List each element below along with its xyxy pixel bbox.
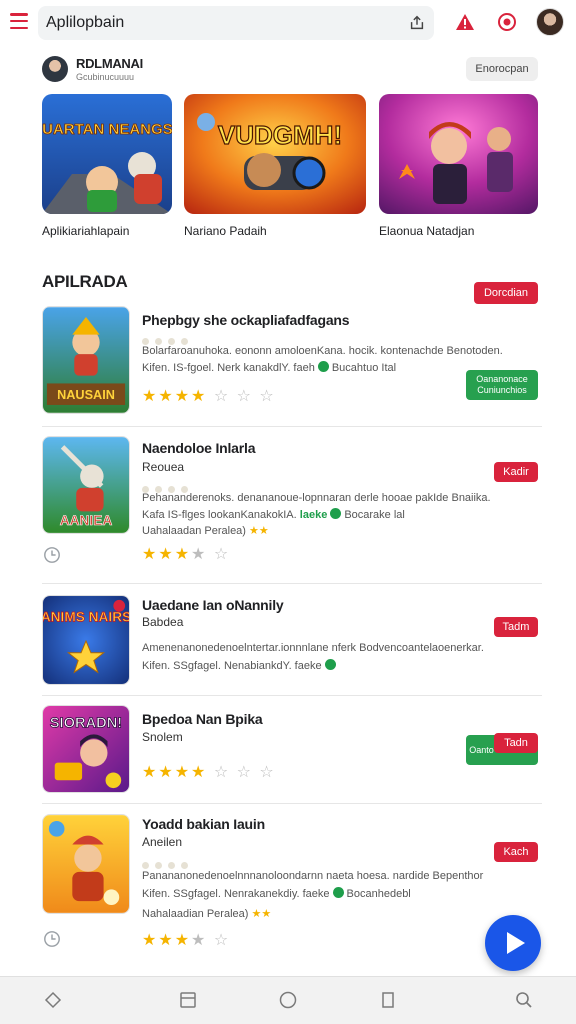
install-button[interactable]: Oananonace Cuniunchios — [466, 370, 538, 400]
search-bar[interactable] — [38, 6, 434, 40]
diamond-nav-icon[interactable] — [43, 990, 63, 1010]
share-icon[interactable] — [408, 14, 426, 32]
app-title[interactable]: Yoadd bakian Iauin — [142, 816, 265, 832]
app-icon-3: ANIMS NAIRS — [42, 595, 130, 685]
app-description: Panananonedenoelnnnanoloondarnn naeta ho… — [142, 870, 484, 882]
publisher-subtitle: Gcubinucuuuu — [76, 72, 135, 82]
search-nav-icon[interactable] — [514, 990, 534, 1010]
search-input[interactable] — [46, 12, 386, 34]
featured-art-2: VUDGMH! — [184, 94, 366, 214]
featured-label-1: Aplikiariahlapain — [42, 224, 130, 238]
clock-icon — [44, 547, 60, 563]
system-navigation-bar — [0, 976, 576, 1024]
app-title[interactable]: Phepbgy she ockapliafadfagans — [142, 312, 350, 328]
featured-label-2: Nariano Padaih — [184, 224, 267, 238]
play-fab-button[interactable] — [485, 915, 541, 971]
app-icon-5 — [42, 814, 130, 914]
back-nav-icon[interactable] — [378, 990, 398, 1010]
featured-art-3 — [379, 94, 538, 214]
divider — [42, 583, 542, 584]
check-icon — [332, 887, 344, 898]
section-action-button[interactable]: Dorcdian — [474, 282, 538, 304]
app-description-line-3: Uahalaadan Peralea) ★★ — [142, 525, 269, 537]
app-description: Amenenanonedenoelntertar.ionnnlane nferk… — [142, 642, 484, 654]
app-title[interactable]: Naendoloe Inlarla — [142, 440, 255, 456]
user-avatar[interactable] — [536, 8, 564, 36]
app-description-line-3: Nahalaadian Peralea) ★★ — [142, 908, 272, 920]
loading-dots — [142, 856, 202, 869]
follow-button[interactable]: Enorocpan — [466, 57, 538, 81]
svg-text:SIORADN!: SIORADN! — [50, 716, 122, 732]
top-app-bar — [0, 0, 576, 46]
app-subtitle: Snolem — [142, 730, 183, 744]
loading-dots — [142, 480, 202, 493]
home-nav-icon[interactable] — [278, 990, 298, 1010]
recents-nav-icon[interactable] — [178, 990, 198, 1010]
star-rating: ★★★★ ☆ ☆ ☆ — [142, 764, 276, 781]
app-subtitle: Reouea — [142, 460, 185, 474]
app-subtitle: Aneilen — [142, 835, 183, 849]
featured-art-text-2: VUDGMH! — [218, 120, 342, 150]
loading-dots — [142, 332, 202, 345]
divider — [42, 426, 542, 427]
svg-text:NAUSAIN: NAUSAIN — [57, 388, 115, 402]
featured-art-text-1: QUARTAN NEANGSH — [42, 121, 172, 138]
alert-warning-icon[interactable] — [455, 12, 475, 32]
install-button[interactable]: Kadir — [494, 462, 538, 482]
install-button[interactable]: Tadm — [494, 617, 538, 637]
install-button[interactable]: Tadn — [494, 733, 538, 753]
check-icon — [330, 508, 342, 519]
featured-label-3: Elaonua Natadjan — [379, 224, 475, 238]
svg-text:AANIEA: AANIEA — [60, 513, 113, 528]
check-icon — [324, 659, 336, 670]
app-icon-2: AANIEA — [42, 436, 130, 534]
app-icon-4: SIORADN! — [42, 705, 130, 793]
clock-icon — [44, 931, 60, 947]
featured-card-3[interactable] — [379, 94, 538, 214]
featured-art-1: QUARTAN NEANGSH — [42, 94, 172, 214]
divider — [42, 695, 542, 696]
app-description-line-2: Kifen. IS-fgoel. Nerk kanakdlY. faeh Buca… — [142, 361, 397, 374]
section-title: APILRADA — [42, 272, 128, 291]
featured-card-2[interactable]: VUDGMH! — [184, 94, 366, 214]
star-rating: ★★★★ ☆ — [142, 932, 231, 949]
app-description-line-2: Kifen. SSgfagel. NenabiankdY. faeke — [142, 656, 339, 676]
publisher-name: RDLMANAI — [76, 56, 143, 71]
hamburger-menu-icon[interactable] — [10, 13, 28, 29]
app-icon-1: NAUSAIN — [42, 306, 130, 414]
target-icon[interactable] — [497, 12, 517, 32]
app-description-line-2: Kifen. SSgfagel. Nenrakanekdiy. faeke Boc… — [142, 887, 411, 900]
check-icon — [317, 361, 329, 372]
app-title[interactable]: Bpedoa Nan Bpika — [142, 711, 263, 727]
featured-card-1[interactable]: QUARTAN NEANGSH — [42, 94, 172, 214]
install-button[interactable]: Kach — [494, 842, 538, 862]
app-title[interactable]: Uaedane Ian oNannily — [142, 597, 284, 613]
svg-text:ANIMS NAIRS: ANIMS NAIRS — [43, 609, 129, 624]
star-rating: ★★★★ ☆ ☆ ☆ — [142, 388, 276, 405]
divider — [42, 803, 542, 804]
star-rating: ★★★★ ☆ — [142, 546, 231, 563]
app-subtitle: Babdea — [142, 615, 184, 629]
publisher-avatar — [42, 56, 68, 82]
